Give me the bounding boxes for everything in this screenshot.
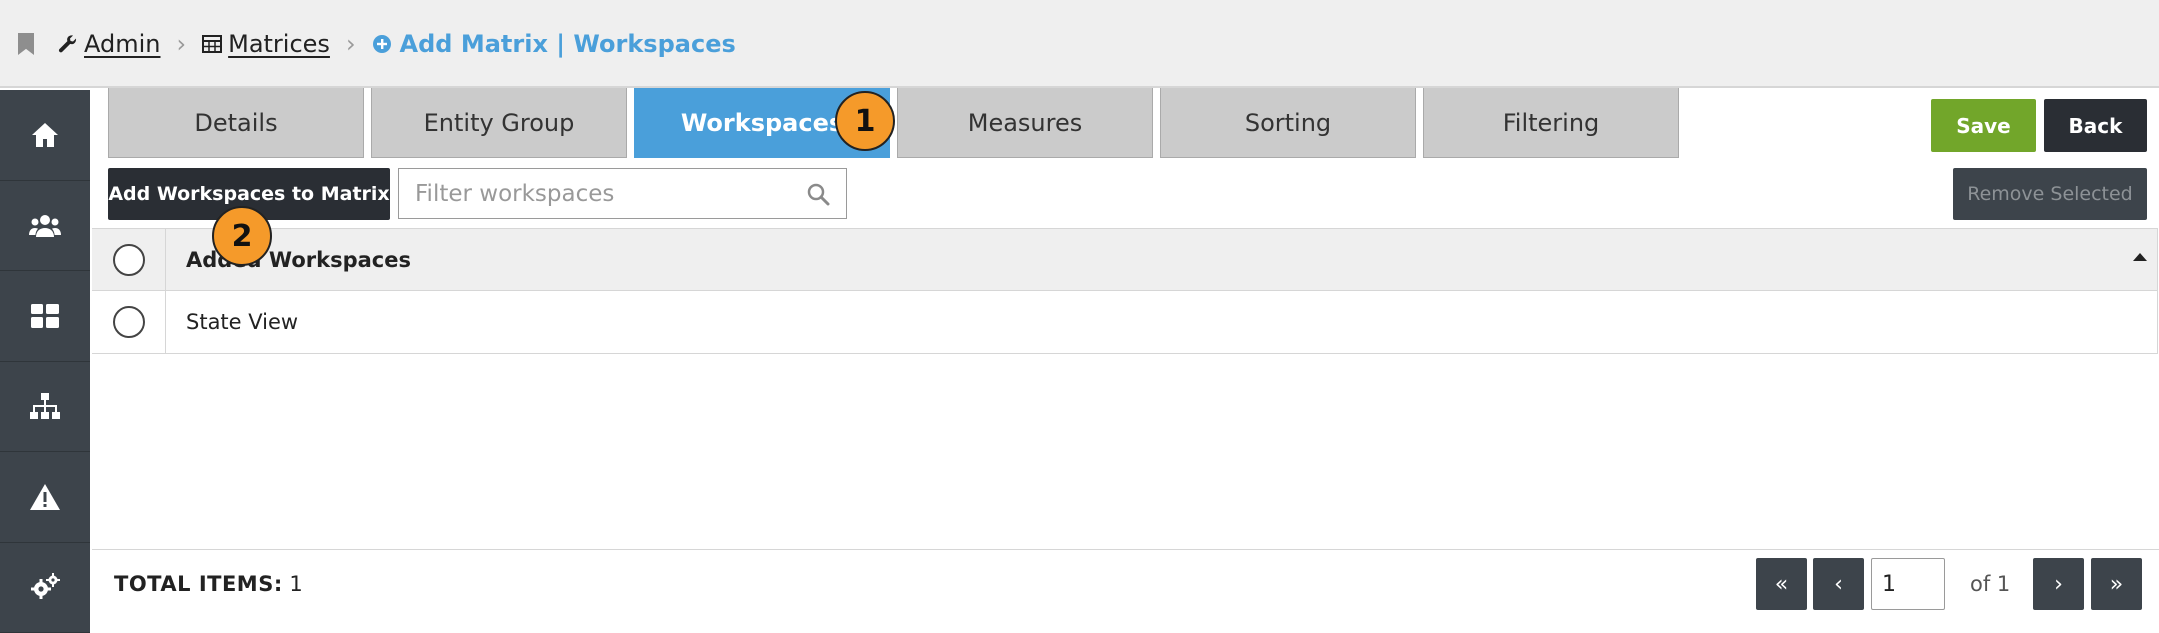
callout-marker-2: 2 bbox=[212, 206, 272, 266]
sidebar-item-dashboards[interactable] bbox=[0, 271, 90, 362]
row-label: State View bbox=[186, 310, 299, 334]
breadcrumb-admin[interactable]: Admin bbox=[58, 30, 161, 58]
total-items-value: 1 bbox=[289, 572, 303, 596]
filter-box bbox=[398, 168, 847, 219]
sidebar-item-hierarchy[interactable] bbox=[0, 362, 90, 452]
filter-workspaces-input[interactable] bbox=[399, 169, 779, 218]
workspaces-table: Added Workspaces State View bbox=[92, 228, 2158, 354]
users-icon bbox=[29, 215, 61, 238]
breadcrumb-matrices-label: Matrices bbox=[228, 30, 330, 58]
tab-entity-group[interactable]: Entity Group bbox=[371, 88, 627, 158]
page-title: Add Matrix | Workspaces bbox=[399, 30, 736, 58]
hierarchy-icon bbox=[30, 393, 60, 420]
chevron-right-icon: › bbox=[2054, 571, 2063, 597]
footer-divider bbox=[92, 549, 2159, 550]
breadcrumb-current: Add Matrix | Workspaces bbox=[372, 30, 736, 58]
double-chevron-left-icon: « bbox=[1774, 571, 1789, 597]
first-page-button[interactable]: « bbox=[1756, 558, 1807, 610]
breadcrumb-admin-label: Admin bbox=[84, 30, 161, 58]
tab-label: Details bbox=[194, 108, 278, 137]
breadcrumb: Admin › Matrices › Add Matrix | Workspac… bbox=[18, 26, 736, 62]
sidebar-item-settings[interactable] bbox=[0, 543, 90, 633]
page-of-label: of 1 bbox=[1970, 572, 2011, 596]
tab-label: Measures bbox=[967, 108, 1083, 137]
total-items: TOTAL ITEMS: 1 bbox=[114, 572, 303, 596]
sidebar bbox=[0, 90, 90, 633]
warning-icon bbox=[30, 483, 60, 510]
tab-filtering[interactable]: Filtering bbox=[1423, 88, 1679, 158]
total-items-label: TOTAL ITEMS: bbox=[114, 572, 283, 596]
chevron-right-icon: › bbox=[176, 30, 187, 58]
tab-sorting[interactable]: Sorting bbox=[1160, 88, 1416, 158]
chevron-right-icon: › bbox=[345, 30, 356, 58]
wrench-icon bbox=[58, 35, 77, 53]
table-icon bbox=[202, 35, 223, 53]
table-header-row: Added Workspaces bbox=[92, 228, 2158, 291]
save-button[interactable]: Save bbox=[1931, 99, 2036, 152]
dashboard-icon bbox=[31, 303, 59, 328]
sidebar-item-home[interactable] bbox=[0, 90, 90, 181]
home-icon bbox=[32, 122, 58, 147]
tab-label: Sorting bbox=[1244, 108, 1332, 137]
remove-selected-button[interactable]: Remove Selected bbox=[1953, 168, 2147, 220]
previous-page-button[interactable]: ‹ bbox=[1813, 558, 1864, 610]
search-icon[interactable] bbox=[806, 182, 830, 206]
sidebar-item-users[interactable] bbox=[0, 181, 90, 271]
gears-icon bbox=[31, 573, 60, 600]
tab-label: Filtering bbox=[1502, 108, 1600, 137]
tab-label: Workspaces bbox=[680, 108, 844, 137]
sidebar-item-alerts[interactable] bbox=[0, 452, 90, 543]
top-bar: Admin › Matrices › Add Matrix | Workspac… bbox=[0, 0, 2159, 88]
last-page-button[interactable]: » bbox=[2091, 558, 2142, 610]
double-chevron-right-icon: » bbox=[2109, 571, 2124, 597]
tab-details[interactable]: Details bbox=[108, 88, 364, 158]
bookmark-icon[interactable] bbox=[18, 33, 34, 55]
callout-marker-1: 1 bbox=[835, 91, 895, 151]
plus-circle-icon bbox=[372, 35, 391, 53]
page-number-input[interactable] bbox=[1871, 558, 1945, 610]
back-button[interactable]: Back bbox=[2044, 99, 2147, 152]
tab-label: Entity Group bbox=[423, 108, 575, 137]
breadcrumb-matrices[interactable]: Matrices bbox=[202, 30, 330, 58]
chevron-left-icon: ‹ bbox=[1834, 571, 1843, 597]
next-page-button[interactable]: › bbox=[2033, 558, 2084, 610]
sort-ascending-icon[interactable] bbox=[2133, 253, 2147, 261]
tab-measures[interactable]: Measures bbox=[897, 88, 1153, 158]
table-row[interactable]: State View bbox=[92, 291, 2158, 354]
